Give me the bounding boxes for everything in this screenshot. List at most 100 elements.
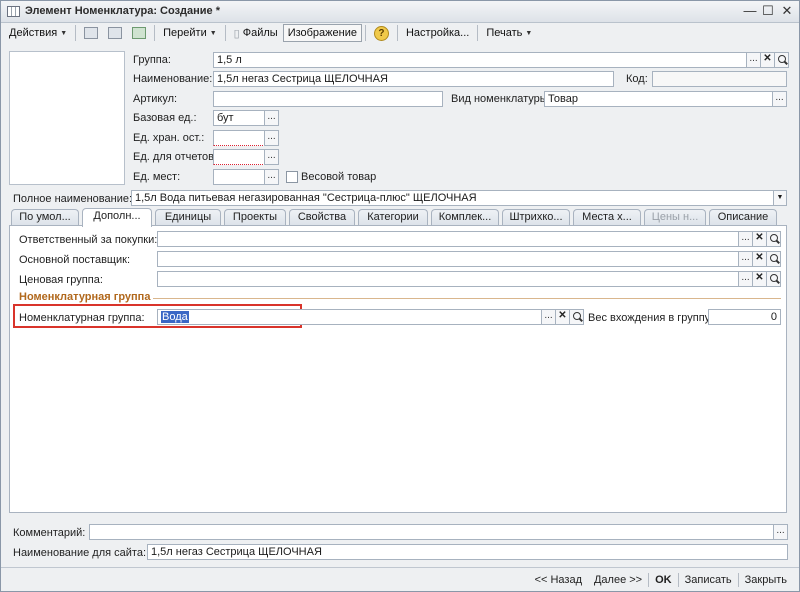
supplier-field[interactable] bbox=[157, 251, 739, 267]
tab-description[interactable]: Описание bbox=[709, 209, 777, 225]
tab-additional[interactable]: Дополн... bbox=[82, 208, 152, 227]
full-name-label: Полное наименование: bbox=[13, 193, 133, 205]
actions-menu-button[interactable]: Действия ▼ bbox=[4, 24, 72, 42]
code-field[interactable] bbox=[652, 71, 787, 87]
product-image-area[interactable] bbox=[9, 51, 125, 185]
report-unit-field[interactable] bbox=[213, 149, 265, 165]
name-label: Наименование: bbox=[133, 73, 213, 85]
responsible-label: Ответственный за покупки: bbox=[19, 234, 158, 246]
base-unit-field[interactable]: бут bbox=[213, 110, 265, 126]
full-name-dropdown-icon[interactable]: ▼ bbox=[773, 190, 787, 206]
goto-menu-button[interactable]: Перейти ▼ bbox=[158, 24, 222, 42]
group-select-button[interactable]: ... bbox=[746, 52, 761, 68]
supplier-clear-button[interactable]: ✕ bbox=[752, 251, 767, 267]
tab-storage-places[interactable]: Места х... bbox=[573, 209, 641, 225]
article-field[interactable] bbox=[213, 91, 443, 107]
nom-group-value: Вода bbox=[161, 311, 189, 323]
toolbar-separator bbox=[477, 25, 479, 41]
weight-goods-checkbox[interactable] bbox=[286, 171, 298, 183]
toolbar-separator bbox=[154, 25, 156, 41]
report-unit-select-button[interactable]: ... bbox=[264, 149, 279, 165]
files-button[interactable]: ▯ Файлы bbox=[229, 24, 283, 42]
save-copy-button[interactable] bbox=[79, 24, 103, 42]
place-unit-select-button[interactable]: ... bbox=[264, 169, 279, 185]
tab-strip: По умол... Дополн... Единицы Проекты Сво… bbox=[9, 208, 787, 227]
section-divider bbox=[153, 298, 781, 299]
next-button[interactable]: Далее >> bbox=[588, 574, 648, 586]
dropdown-arrow-icon: ▼ bbox=[60, 29, 68, 37]
group-field[interactable]: 1,5 л bbox=[213, 52, 747, 68]
price-group-clear-button[interactable]: ✕ bbox=[752, 271, 767, 287]
refresh-button[interactable] bbox=[127, 24, 151, 42]
responsible-field[interactable] bbox=[157, 231, 739, 247]
nom-group-section-title: Номенклатурная группа bbox=[19, 291, 151, 303]
price-group-open-icon[interactable] bbox=[766, 271, 781, 287]
image-button[interactable]: Изображение bbox=[282, 24, 362, 42]
goto-label: Перейти bbox=[163, 27, 207, 39]
article-label: Артикул: bbox=[133, 93, 178, 105]
base-unit-select-button[interactable]: ... bbox=[264, 110, 279, 126]
toolbar-separator bbox=[75, 25, 77, 41]
toolbar-separator bbox=[224, 25, 226, 41]
storage-unit-select-button[interactable]: ... bbox=[264, 130, 279, 146]
nom-group-open-icon[interactable] bbox=[569, 309, 584, 325]
responsible-select-button[interactable]: ... bbox=[738, 231, 753, 247]
comment-select-button[interactable]: ... bbox=[773, 524, 788, 540]
code-label: Код: bbox=[626, 73, 648, 85]
additional-tab-panel bbox=[9, 225, 787, 513]
supplier-label: Основной поставщик: bbox=[19, 254, 130, 266]
supplier-open-icon[interactable] bbox=[766, 251, 781, 267]
toolbar-separator bbox=[396, 25, 398, 41]
price-group-select-button[interactable]: ... bbox=[738, 271, 753, 287]
supplier-select-button[interactable]: ... bbox=[738, 251, 753, 267]
save-button[interactable]: Записать bbox=[679, 574, 738, 586]
nom-group-select-button[interactable]: ... bbox=[541, 309, 556, 325]
group-weight-field[interactable]: 0 bbox=[708, 309, 781, 325]
site-name-field[interactable]: 1,5л негаз Сестрица ЩЕЛОЧНАЯ bbox=[147, 544, 788, 560]
tab-projects[interactable]: Проекты bbox=[224, 209, 286, 225]
full-name-field[interactable]: 1,5л Вода питьевая негазированная "Сестр… bbox=[131, 190, 774, 206]
price-group-label: Ценовая группа: bbox=[19, 274, 103, 286]
comment-field[interactable] bbox=[89, 524, 774, 540]
storage-unit-field[interactable] bbox=[213, 130, 265, 146]
refresh-icon bbox=[132, 27, 147, 39]
tab-default[interactable]: По умол... bbox=[11, 209, 79, 225]
name-field[interactable]: 1,5л негаз Сестрица ЩЕЛОЧНАЯ bbox=[213, 71, 614, 87]
item-window: Элемент Номенклатура: Создание * — ☐ ✕ Д… bbox=[0, 0, 800, 592]
place-unit-field[interactable] bbox=[213, 169, 265, 185]
title-bar: Элемент Номенклатура: Создание * — ☐ ✕ bbox=[1, 1, 799, 23]
kind-select-button[interactable]: ... bbox=[772, 91, 787, 107]
close-window-button[interactable]: ✕ bbox=[780, 4, 794, 18]
maximize-button[interactable]: ☐ bbox=[761, 4, 775, 18]
settings-button[interactable]: Настройка... bbox=[401, 24, 474, 42]
window-title: Элемент Номенклатура: Создание * bbox=[25, 5, 221, 17]
catalog-icon bbox=[7, 6, 20, 17]
print-menu-button[interactable]: Печать ▼ bbox=[481, 24, 537, 42]
tab-barcodes[interactable]: Штрихко... bbox=[502, 209, 570, 225]
tab-categories[interactable]: Категории bbox=[358, 209, 428, 225]
tab-kits[interactable]: Комплек... bbox=[431, 209, 499, 225]
close-button[interactable]: Закрыть bbox=[739, 574, 793, 586]
price-group-field[interactable] bbox=[157, 271, 739, 287]
report-unit-label: Ед. для отчетов: bbox=[133, 151, 218, 163]
tab-properties[interactable]: Свойства bbox=[289, 209, 355, 225]
toolbar: Действия ▼ Перейти ▼ ▯ Файлы Изображение… bbox=[1, 23, 799, 43]
kind-field[interactable]: Товар bbox=[544, 91, 773, 107]
help-button[interactable]: ? bbox=[369, 24, 394, 42]
tab-prices[interactable]: Цены н... bbox=[644, 209, 706, 225]
list-icon bbox=[108, 27, 123, 39]
paperclip-icon: ▯ bbox=[233, 27, 240, 40]
bottom-command-bar: << Назад Далее >> OK Записать Закрыть bbox=[1, 567, 799, 591]
back-button[interactable]: << Назад bbox=[529, 574, 588, 586]
list-button[interactable] bbox=[103, 24, 127, 42]
group-clear-button[interactable]: ✕ bbox=[760, 52, 775, 68]
tab-units[interactable]: Единицы bbox=[155, 209, 221, 225]
responsible-clear-button[interactable]: ✕ bbox=[752, 231, 767, 247]
nom-group-field[interactable]: Вода bbox=[157, 309, 542, 325]
ok-button[interactable]: OK bbox=[649, 574, 678, 586]
group-open-icon[interactable] bbox=[774, 52, 789, 68]
nom-group-clear-button[interactable]: ✕ bbox=[555, 309, 570, 325]
dropdown-arrow-icon: ▼ bbox=[525, 29, 533, 37]
responsible-open-icon[interactable] bbox=[766, 231, 781, 247]
minimize-button[interactable]: — bbox=[743, 4, 757, 18]
